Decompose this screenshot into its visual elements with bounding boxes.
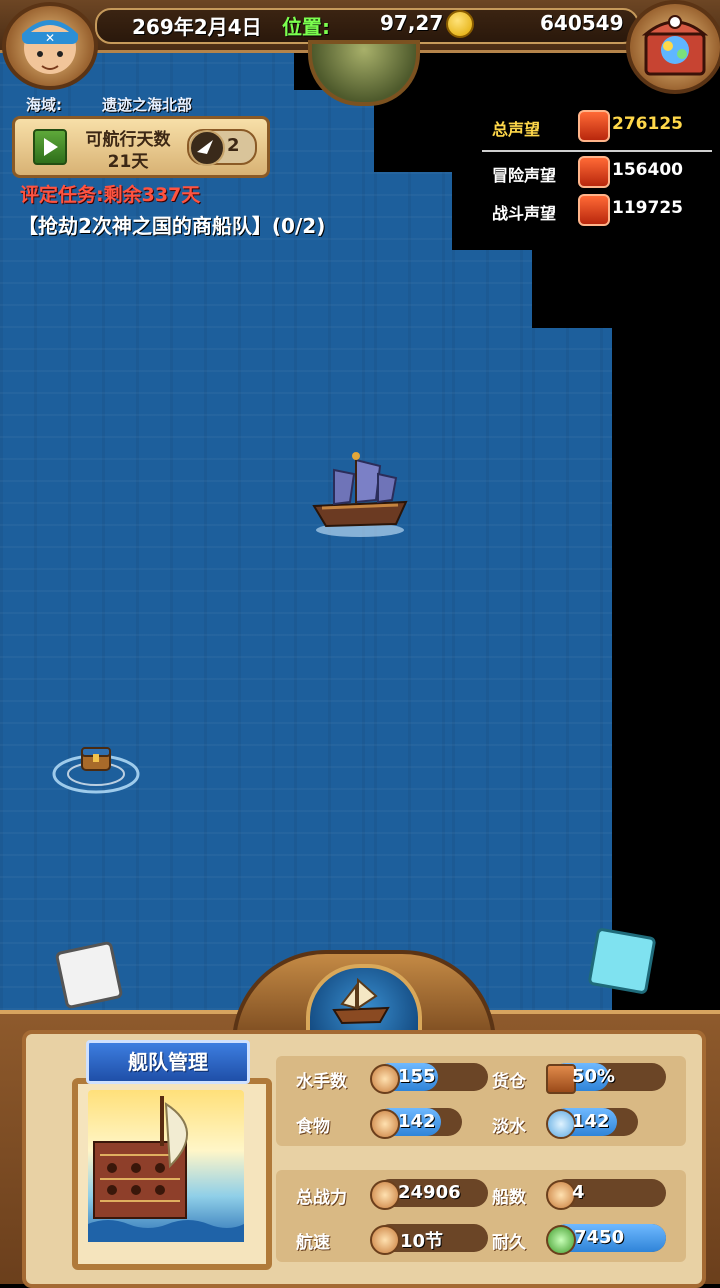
total-reputation-label: 总声望	[492, 120, 541, 139]
task-objective[interactable]: 【抢劫2次神之国的商船队】(0/2)	[18, 210, 325, 239]
reputation-divider	[482, 150, 712, 152]
battle-reputation-label: 战斗声望	[492, 204, 557, 223]
durability-label: 耐久	[492, 1233, 526, 1253]
cargo-value: 50%	[572, 1066, 616, 1087]
battle-reputation-value: 119725	[612, 198, 683, 218]
total-power-label: 总战力	[296, 1188, 347, 1208]
sail-play-button[interactable]	[33, 129, 67, 165]
floating-treasure-icon[interactable]	[50, 738, 142, 798]
ship-count-label: 船数	[492, 1188, 526, 1208]
sea-area-value: 遗迹之海北部	[102, 96, 193, 114]
sailing-days-value: 21天	[107, 152, 149, 172]
treasure-chest-icon[interactable]	[626, 0, 720, 94]
position-value: 97,27	[380, 11, 444, 35]
sailing-days-panel[interactable]: 可航行天数 21天 2	[12, 116, 270, 178]
crossed-swords-icon	[370, 1180, 400, 1210]
compass-icon	[189, 130, 225, 166]
player-ship-icon[interactable]	[306, 448, 414, 540]
durability-value: 7450	[574, 1227, 625, 1248]
fleet-management-title[interactable]: 舰队管理	[86, 1040, 250, 1084]
svg-text:✕: ✕	[45, 31, 55, 45]
food-label: 食物	[296, 1117, 330, 1137]
sea-area-label: 海域:	[26, 96, 62, 114]
gold-coin-icon	[446, 10, 474, 38]
adventure-reputation-value: 156400	[612, 160, 683, 180]
adventure-reputation-icon	[578, 156, 610, 188]
sea-map-block[interactable]	[452, 250, 532, 1010]
total-power-value: 24906	[398, 1182, 461, 1203]
water-value: 142	[572, 1111, 610, 1132]
ship-count-value: 4	[572, 1182, 585, 1203]
pirate-avatar-icon[interactable]: ✕	[2, 2, 98, 90]
cyan-cat-pet-icon[interactable]	[587, 927, 657, 995]
meat-icon	[370, 1109, 400, 1139]
total-reputation-icon	[578, 110, 610, 142]
sea-map-block[interactable]	[374, 172, 452, 1010]
white-cube-pet-icon[interactable]	[54, 940, 124, 1010]
sailboat-icon	[370, 1225, 400, 1255]
sailing-speed-value: 10节	[400, 1231, 444, 1252]
position-label: 位置:	[282, 15, 330, 39]
speed-multiplier-button[interactable]: 2	[187, 129, 257, 166]
play-icon	[44, 138, 58, 156]
gold-amount: 640549	[540, 11, 624, 35]
sailor-icon	[370, 1064, 400, 1094]
ship-portrait[interactable]	[88, 1090, 244, 1242]
task-deadline: 评定任务:剩余337天	[20, 184, 201, 206]
food-value: 142	[398, 1111, 436, 1132]
battle-reputation-icon	[578, 194, 610, 226]
total-reputation-value: 276125	[612, 114, 683, 134]
adventure-reputation-label: 冒险声望	[492, 166, 557, 185]
cargo-label: 货仓	[492, 1072, 526, 1092]
sailors-label: 水手数	[296, 1072, 347, 1092]
repair-icon	[546, 1225, 576, 1255]
speed-multiplier-value: 2	[227, 135, 240, 156]
sea-map-block[interactable]	[532, 408, 612, 1010]
water-label: 淡水	[492, 1117, 526, 1137]
sailors-value: 155	[398, 1066, 436, 1087]
sailing-speed-label: 航速	[296, 1233, 330, 1253]
date-text: 269年2月4日	[132, 15, 262, 39]
